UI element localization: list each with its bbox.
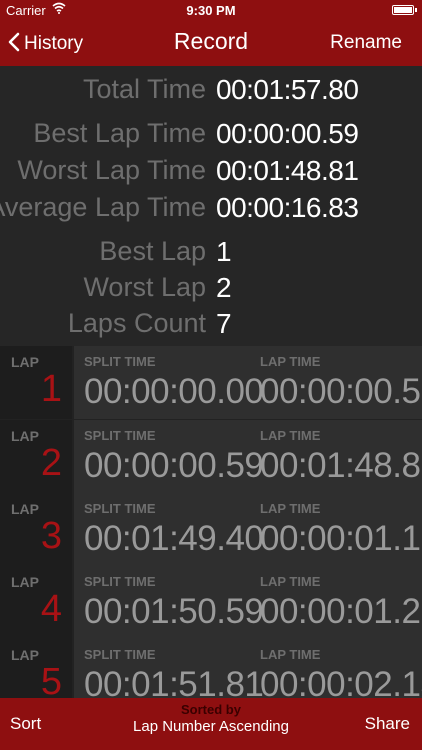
lap-time-value: 00:00:01.22 (260, 592, 422, 631)
sort-button[interactable]: Sort (10, 714, 41, 734)
lap-times-cell: SPLIT TIME 00:00:00.59 LAP TIME 00:01:48… (74, 420, 422, 493)
summary-label: Average Lap Time (0, 192, 206, 222)
split-time-header: SPLIT TIME (84, 574, 156, 589)
lap-time-value: 00:00:01.19 (260, 519, 422, 558)
summary-row-laps-count: Laps Count 7 (0, 308, 422, 344)
lap-number-cell: LAP 3 (0, 493, 72, 566)
lap-label: LAP (11, 428, 39, 444)
split-time-header: SPLIT TIME (84, 501, 156, 516)
lap-number-cell: LAP 2 (0, 420, 72, 493)
summary-label: Worst Lap Time (17, 155, 206, 185)
top-bar: Carrier 9:30 PM History Record Rename (0, 0, 422, 66)
lap-time-value: 00:00:00.59 (260, 372, 422, 411)
lap-row[interactable]: LAP 1 SPLIT TIME 00:00:00.00 LAP TIME 00… (0, 346, 422, 419)
lap-row[interactable]: LAP 5 SPLIT TIME 00:01:51.81 LAP TIME 00… (0, 639, 422, 698)
summary-value: 1 (216, 236, 232, 267)
summary-value: 00:00:16.83 (216, 192, 359, 223)
summary-label: Best Lap Time (33, 118, 206, 148)
share-button[interactable]: Share (365, 714, 410, 734)
summary-label: Total Time (82, 74, 206, 104)
summary-value: 7 (216, 308, 232, 339)
summary-label: Best Lap (99, 236, 206, 266)
lap-row[interactable]: LAP 2 SPLIT TIME 00:00:00.59 LAP TIME 00… (0, 420, 422, 493)
summary-value: 00:01:57.80 (216, 74, 359, 105)
lap-times-cell: SPLIT TIME 00:01:51.81 LAP TIME 00:00:02… (74, 639, 422, 698)
lap-row[interactable]: LAP 3 SPLIT TIME 00:01:49.40 LAP TIME 00… (0, 493, 422, 566)
lap-label: LAP (11, 647, 39, 663)
laps-list[interactable]: LAP 1 SPLIT TIME 00:00:00.00 LAP TIME 00… (0, 346, 422, 698)
lap-number-cell: LAP 4 (0, 566, 72, 639)
split-time-value: 00:00:00.00 (84, 372, 264, 411)
back-button[interactable]: History (8, 30, 83, 58)
lap-time-header: LAP TIME (260, 647, 321, 662)
sorted-by-value: Lap Number Ascending (133, 718, 289, 735)
summary-row-best-lap: Best Lap 1 (0, 236, 422, 272)
split-time-value: 00:01:51.81 (84, 665, 264, 698)
split-time-value: 00:01:49.40 (84, 519, 264, 558)
status-time: 9:30 PM (186, 3, 236, 18)
summary-label: Laps Count (67, 308, 206, 338)
lap-label: LAP (11, 501, 39, 517)
lap-time-header: LAP TIME (260, 501, 321, 516)
lap-times-cell: SPLIT TIME 00:01:49.40 LAP TIME 00:00:01… (74, 493, 422, 566)
lap-row[interactable]: LAP 4 SPLIT TIME 00:01:50.59 LAP TIME 00… (0, 566, 422, 639)
lap-number-cell: LAP 5 (0, 639, 72, 698)
sort-status: Sorted by Lap Number Ascending (0, 702, 422, 735)
bottom-toolbar: Sort Sorted by Lap Number Ascending Shar… (0, 698, 422, 750)
sorted-by-label: Sorted by (181, 702, 241, 717)
summary-row-worst-lap: Worst Lap 2 (0, 272, 422, 308)
lap-number: 2 (40, 442, 62, 484)
rename-button[interactable]: Rename (330, 32, 402, 54)
lap-number: 5 (40, 661, 62, 698)
summary-value: 00:01:48.81 (216, 155, 359, 186)
lap-label: LAP (11, 574, 39, 590)
split-time-header: SPLIT TIME (84, 354, 156, 369)
summary-value: 00:00:00.59 (216, 118, 359, 149)
lap-times-cell: SPLIT TIME 00:00:00.00 LAP TIME 00:00:00… (74, 346, 422, 419)
summary-value: 2 (216, 272, 232, 303)
battery-icon (392, 5, 417, 15)
lap-time-value: 00:00:02.13 (260, 665, 422, 698)
summary-panel: Total Time 00:01:57.80 Best Lap Time 00:… (0, 66, 422, 346)
lap-number: 1 (40, 368, 62, 410)
lap-number: 3 (40, 515, 62, 557)
summary-label: Worst Lap (83, 272, 206, 302)
lap-time-header: LAP TIME (260, 574, 321, 589)
lap-label: LAP (11, 354, 39, 370)
chevron-left-icon (8, 32, 20, 57)
split-time-value: 00:01:50.59 (84, 592, 264, 631)
status-bar: Carrier 9:30 PM (0, 0, 422, 22)
lap-number: 4 (40, 588, 62, 630)
split-time-header: SPLIT TIME (84, 647, 156, 662)
lap-number-cell: LAP 1 (0, 346, 72, 419)
lap-times-cell: SPLIT TIME 00:01:50.59 LAP TIME 00:00:01… (74, 566, 422, 639)
summary-row-best-lap-time: Best Lap Time 00:00:00.59 (0, 118, 422, 154)
lap-time-value: 00:01:48.81 (260, 446, 422, 485)
summary-row-total-time: Total Time 00:01:57.80 (0, 74, 422, 110)
split-time-value: 00:00:00.59 (84, 446, 264, 485)
split-time-header: SPLIT TIME (84, 428, 156, 443)
summary-row-average-lap-time: Average Lap Time 00:00:16.83 (0, 192, 422, 228)
lap-time-header: LAP TIME (260, 428, 321, 443)
summary-row-worst-lap-time: Worst Lap Time 00:01:48.81 (0, 155, 422, 191)
lap-time-header: LAP TIME (260, 354, 321, 369)
back-button-label: History (24, 33, 84, 54)
